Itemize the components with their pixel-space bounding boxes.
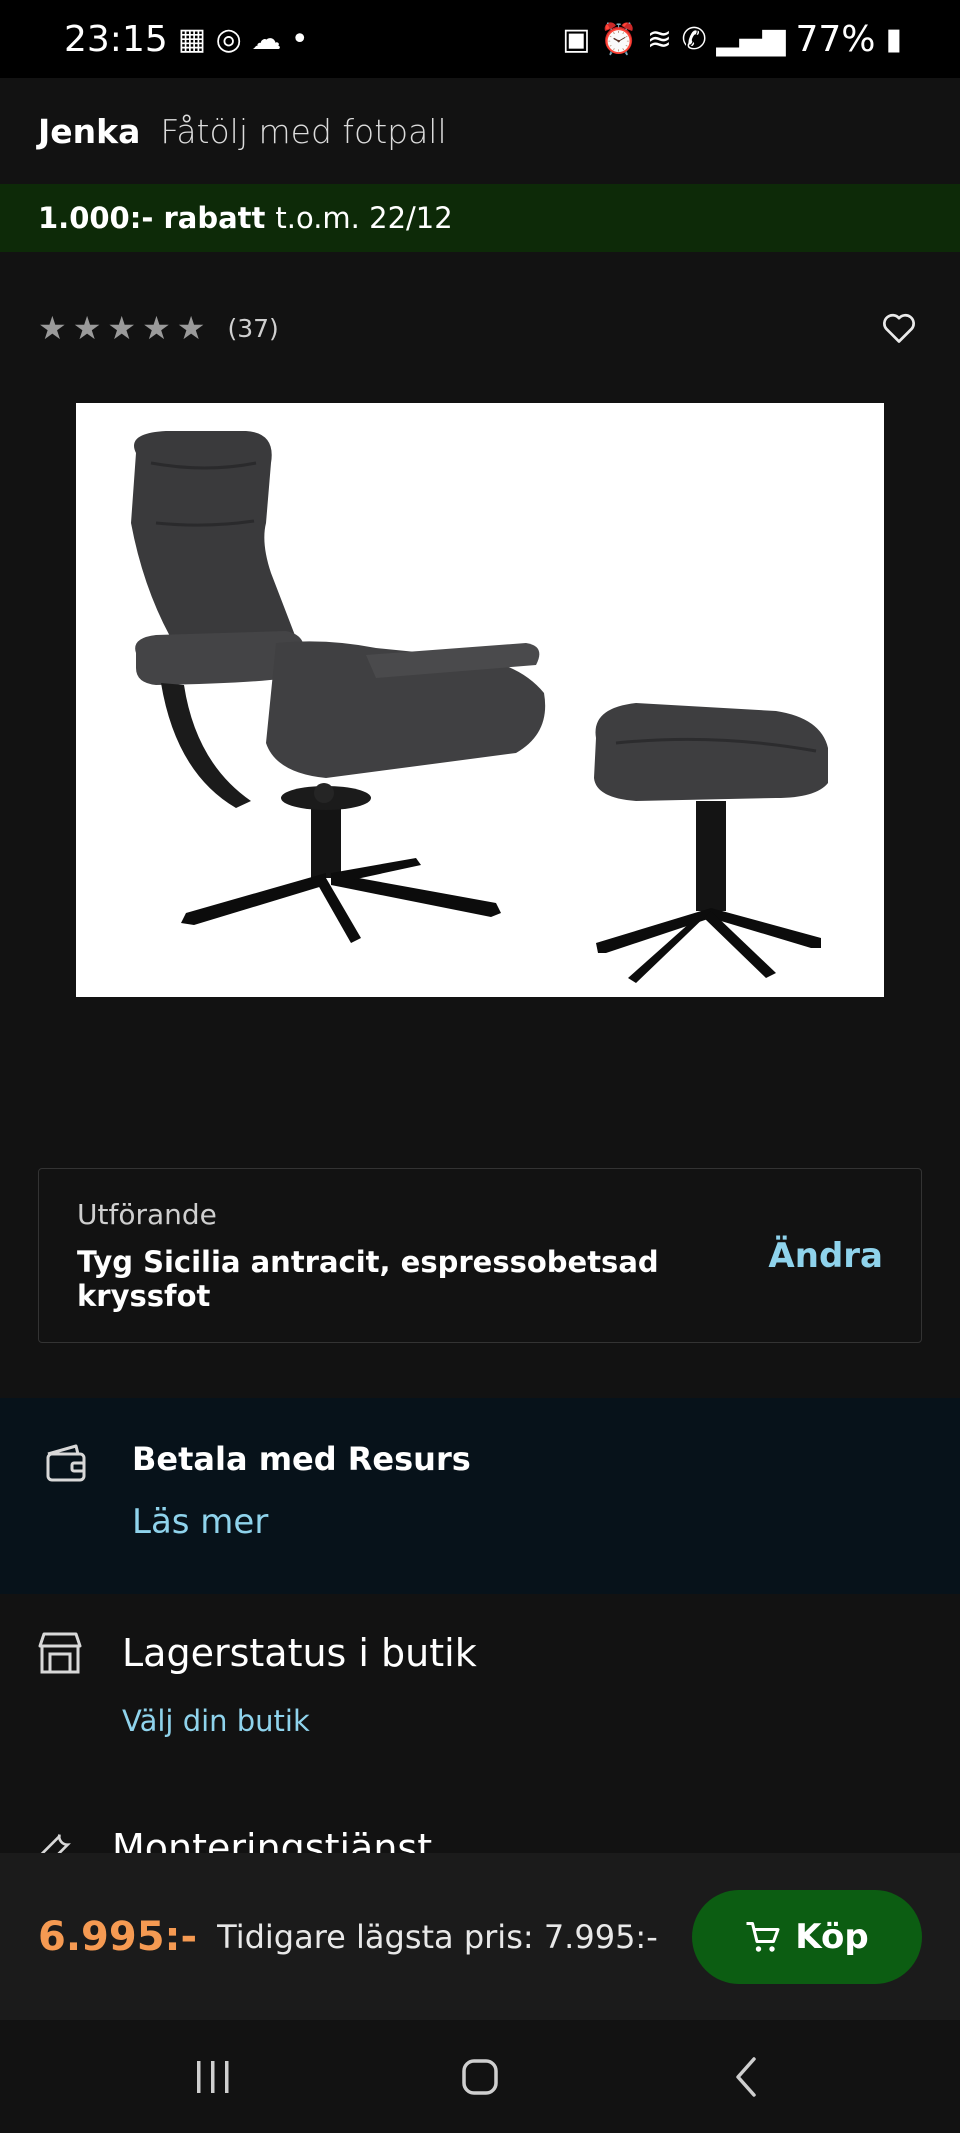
battery-percent: 77%	[795, 18, 876, 60]
change-variant-link[interactable]: Ändra	[768, 1236, 883, 1276]
payment-body: Betala med Resurs Läs mer	[132, 1440, 471, 1594]
rating-count[interactable]: (37)	[227, 314, 278, 343]
buy-bar: 6.995:- Tidigare lägsta pris: 7.995:- Kö…	[0, 1853, 960, 2020]
store-icon	[38, 1632, 82, 1674]
variant-text: Utförande Tyg Sicilia antracit, espresso…	[77, 1198, 768, 1313]
payment-section: Betala med Resurs Läs mer	[0, 1398, 960, 1594]
wallet-icon	[46, 1444, 86, 1482]
previous-lowest-price: Tidigare lägsta pris: 7.995:-	[217, 1917, 658, 1956]
system-navigation-bar	[0, 2020, 960, 2133]
variant-value: Tyg Sicilia antracit, espressobetsad kry…	[77, 1245, 659, 1313]
wishlist-button[interactable]	[876, 305, 922, 351]
store-stock-section: Lagerstatus i butik Välj din butik	[36, 1630, 936, 1738]
brand-name: Jenka	[38, 111, 141, 151]
rating-stars[interactable]: ★ ★ ★ ★ ★	[38, 309, 205, 347]
choose-store-link[interactable]: Välj din butik	[122, 1704, 936, 1738]
stock-row: Lagerstatus i butik	[36, 1630, 936, 1676]
read-more-link[interactable]: Läs mer	[132, 1502, 471, 1542]
recent-apps-button[interactable]	[173, 2037, 253, 2117]
star-half-icon: ★	[176, 309, 206, 347]
variant-label: Utförande	[77, 1198, 217, 1231]
buy-button[interactable]: Köp	[692, 1889, 922, 1984]
price: 6.995:-	[38, 1913, 198, 1960]
status-left: 23:15 ▦ ◎ ☁ •	[64, 19, 309, 60]
product-subtitle: Fåtölj med fotpall	[160, 111, 447, 151]
battery-icon: ▮	[885, 21, 902, 57]
promo-banner: 1.000:- rabatt t.o.m. 22/12	[0, 184, 960, 252]
rating-row: ★ ★ ★ ★ ★ (37)	[38, 305, 922, 351]
status-bar: 23:15 ▦ ◎ ☁ • ▣ ⏰ ≋ ✆ ▂▄▆ 77% ▮	[0, 0, 960, 78]
product-header: Jenka Fåtölj med fotpall	[0, 78, 960, 184]
star-icon: ★	[107, 309, 137, 347]
stock-title: Lagerstatus i butik	[122, 1631, 477, 1675]
recent-apps-icon	[197, 2060, 229, 2093]
back-icon	[735, 2056, 756, 2097]
variant-selector[interactable]: Utförande Tyg Sicilia antracit, espresso…	[38, 1168, 922, 1343]
promo-discount: 1.000:- rabatt	[38, 201, 266, 235]
star-icon: ★	[72, 309, 102, 347]
home-button[interactable]	[440, 2037, 520, 2117]
cart-icon	[746, 1921, 780, 1952]
home-icon	[462, 2058, 498, 2095]
notification-icons: ▦ ◎ ☁ •	[177, 21, 309, 57]
promo-until: t.o.m. 22/12	[275, 201, 453, 235]
star-icon: ★	[142, 309, 171, 347]
buy-label: Köp	[795, 1916, 869, 1957]
status-right: ▣ ⏰ ≋ ✆ ▂▄▆ 77% ▮	[562, 19, 902, 60]
back-button[interactable]	[707, 2037, 787, 2117]
star-icon: ★	[38, 309, 67, 347]
status-time: 23:15	[64, 18, 168, 60]
system-icons: ▣ ⏰ ≋ ✆ ▂▄▆	[562, 21, 786, 57]
armchair-illustration	[131, 431, 828, 983]
heart-icon	[883, 313, 915, 343]
product-image[interactable]	[76, 403, 884, 997]
payment-title: Betala med Resurs	[132, 1440, 471, 1478]
